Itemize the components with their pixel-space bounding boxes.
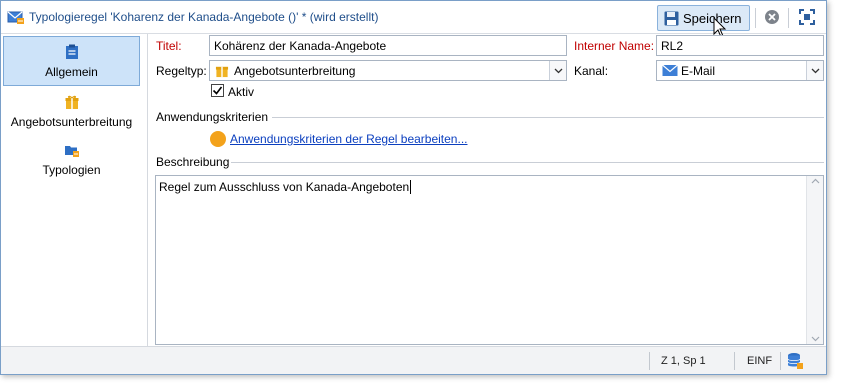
gift-icon — [65, 95, 78, 109]
chevron-down-icon[interactable] — [811, 336, 820, 342]
active-checkbox[interactable] — [211, 84, 224, 97]
chevron-up-icon[interactable] — [811, 178, 820, 184]
chevron-down-icon[interactable] — [806, 61, 823, 80]
sidebar-item-label: Angebotsunterbreitung — [10, 115, 133, 129]
edit-criteria-link[interactable]: Anwendungskriterien der Regel bearbeiten… — [230, 132, 467, 146]
active-label: Aktiv — [228, 85, 255, 99]
title-bar: Typologieregel 'Koharenz der Kanada-Ange… — [1, 1, 826, 38]
window-title: Typologieregel 'Koharenz der Kanada-Ange… — [29, 10, 379, 24]
channel-value: E-Mail — [681, 64, 716, 78]
sidebar-divider — [147, 34, 148, 346]
database-icon[interactable] — [787, 352, 803, 370]
section-divider — [272, 117, 824, 118]
sidebar-item-angebotsunterbreitung[interactable]: Angebotsunterbreitung — [3, 87, 140, 137]
status-dot-icon — [210, 131, 226, 147]
internal-name-label: Interner Name: — [574, 39, 655, 53]
rule-type-label: Regeltyp: — [156, 64, 207, 78]
rule-type-select[interactable]: Angebotsunterbreitung — [209, 60, 567, 81]
status-bar: Z 1, Sp 1 EINF — [1, 346, 826, 374]
cursor-position: Z 1, Sp 1 — [661, 355, 706, 367]
title-label: Titel: — [156, 39, 182, 53]
status-separator — [734, 352, 735, 370]
typology-rule-icon — [7, 11, 24, 24]
description-textarea[interactable]: Regel zum Ausschluss von Kanada-Angebote… — [155, 175, 824, 345]
clipboard-icon — [65, 44, 78, 59]
title-input[interactable]: Kohärenz der Kanada-Angebote — [209, 35, 567, 56]
sidebar-item-typologien[interactable]: Typologien — [3, 135, 140, 185]
close-circle-icon[interactable] — [764, 9, 780, 25]
channel-label: Kanal: — [574, 64, 609, 78]
email-icon — [662, 64, 678, 76]
criteria-section-title: Anwendungskriterien — [156, 110, 269, 124]
floppy-disk-icon — [664, 11, 679, 25]
description-section-title: Beschreibung — [156, 155, 230, 169]
channel-select[interactable]: E-Mail — [656, 60, 824, 81]
description-scrollbar[interactable] — [806, 176, 823, 344]
toolbar-separator — [788, 8, 789, 28]
sidebar-item-label: Allgemein — [45, 64, 98, 79]
text-caret — [410, 180, 412, 194]
internal-name-input[interactable]: RL2 — [656, 35, 824, 56]
checkmark-icon — [212, 86, 223, 95]
status-separator — [649, 352, 650, 370]
rule-type-value: Angebotsunterbreitung — [234, 64, 356, 78]
gift-icon — [215, 66, 229, 78]
status-separator — [780, 352, 781, 370]
save-button[interactable]: Speichern — [657, 5, 750, 31]
sidebar-item-label: Typologien — [42, 163, 101, 177]
section-divider — [231, 162, 824, 163]
rule-editor-window: Typologieregel 'Koharenz der Kanada-Ange… — [0, 0, 827, 375]
chevron-down-icon[interactable] — [549, 61, 566, 80]
navigation-sidebar: Allgemein Angebotsunterbreitung Typologi… — [1, 34, 147, 346]
description-text: Regel zum Ausschluss von Kanada-Angebote… — [159, 180, 410, 194]
insert-mode: EINF — [747, 355, 773, 367]
sidebar-item-allgemein[interactable]: Allgemein — [3, 36, 140, 86]
fullscreen-icon[interactable] — [799, 9, 815, 25]
typology-folder-icon — [64, 146, 79, 157]
toolbar-separator — [755, 8, 756, 28]
